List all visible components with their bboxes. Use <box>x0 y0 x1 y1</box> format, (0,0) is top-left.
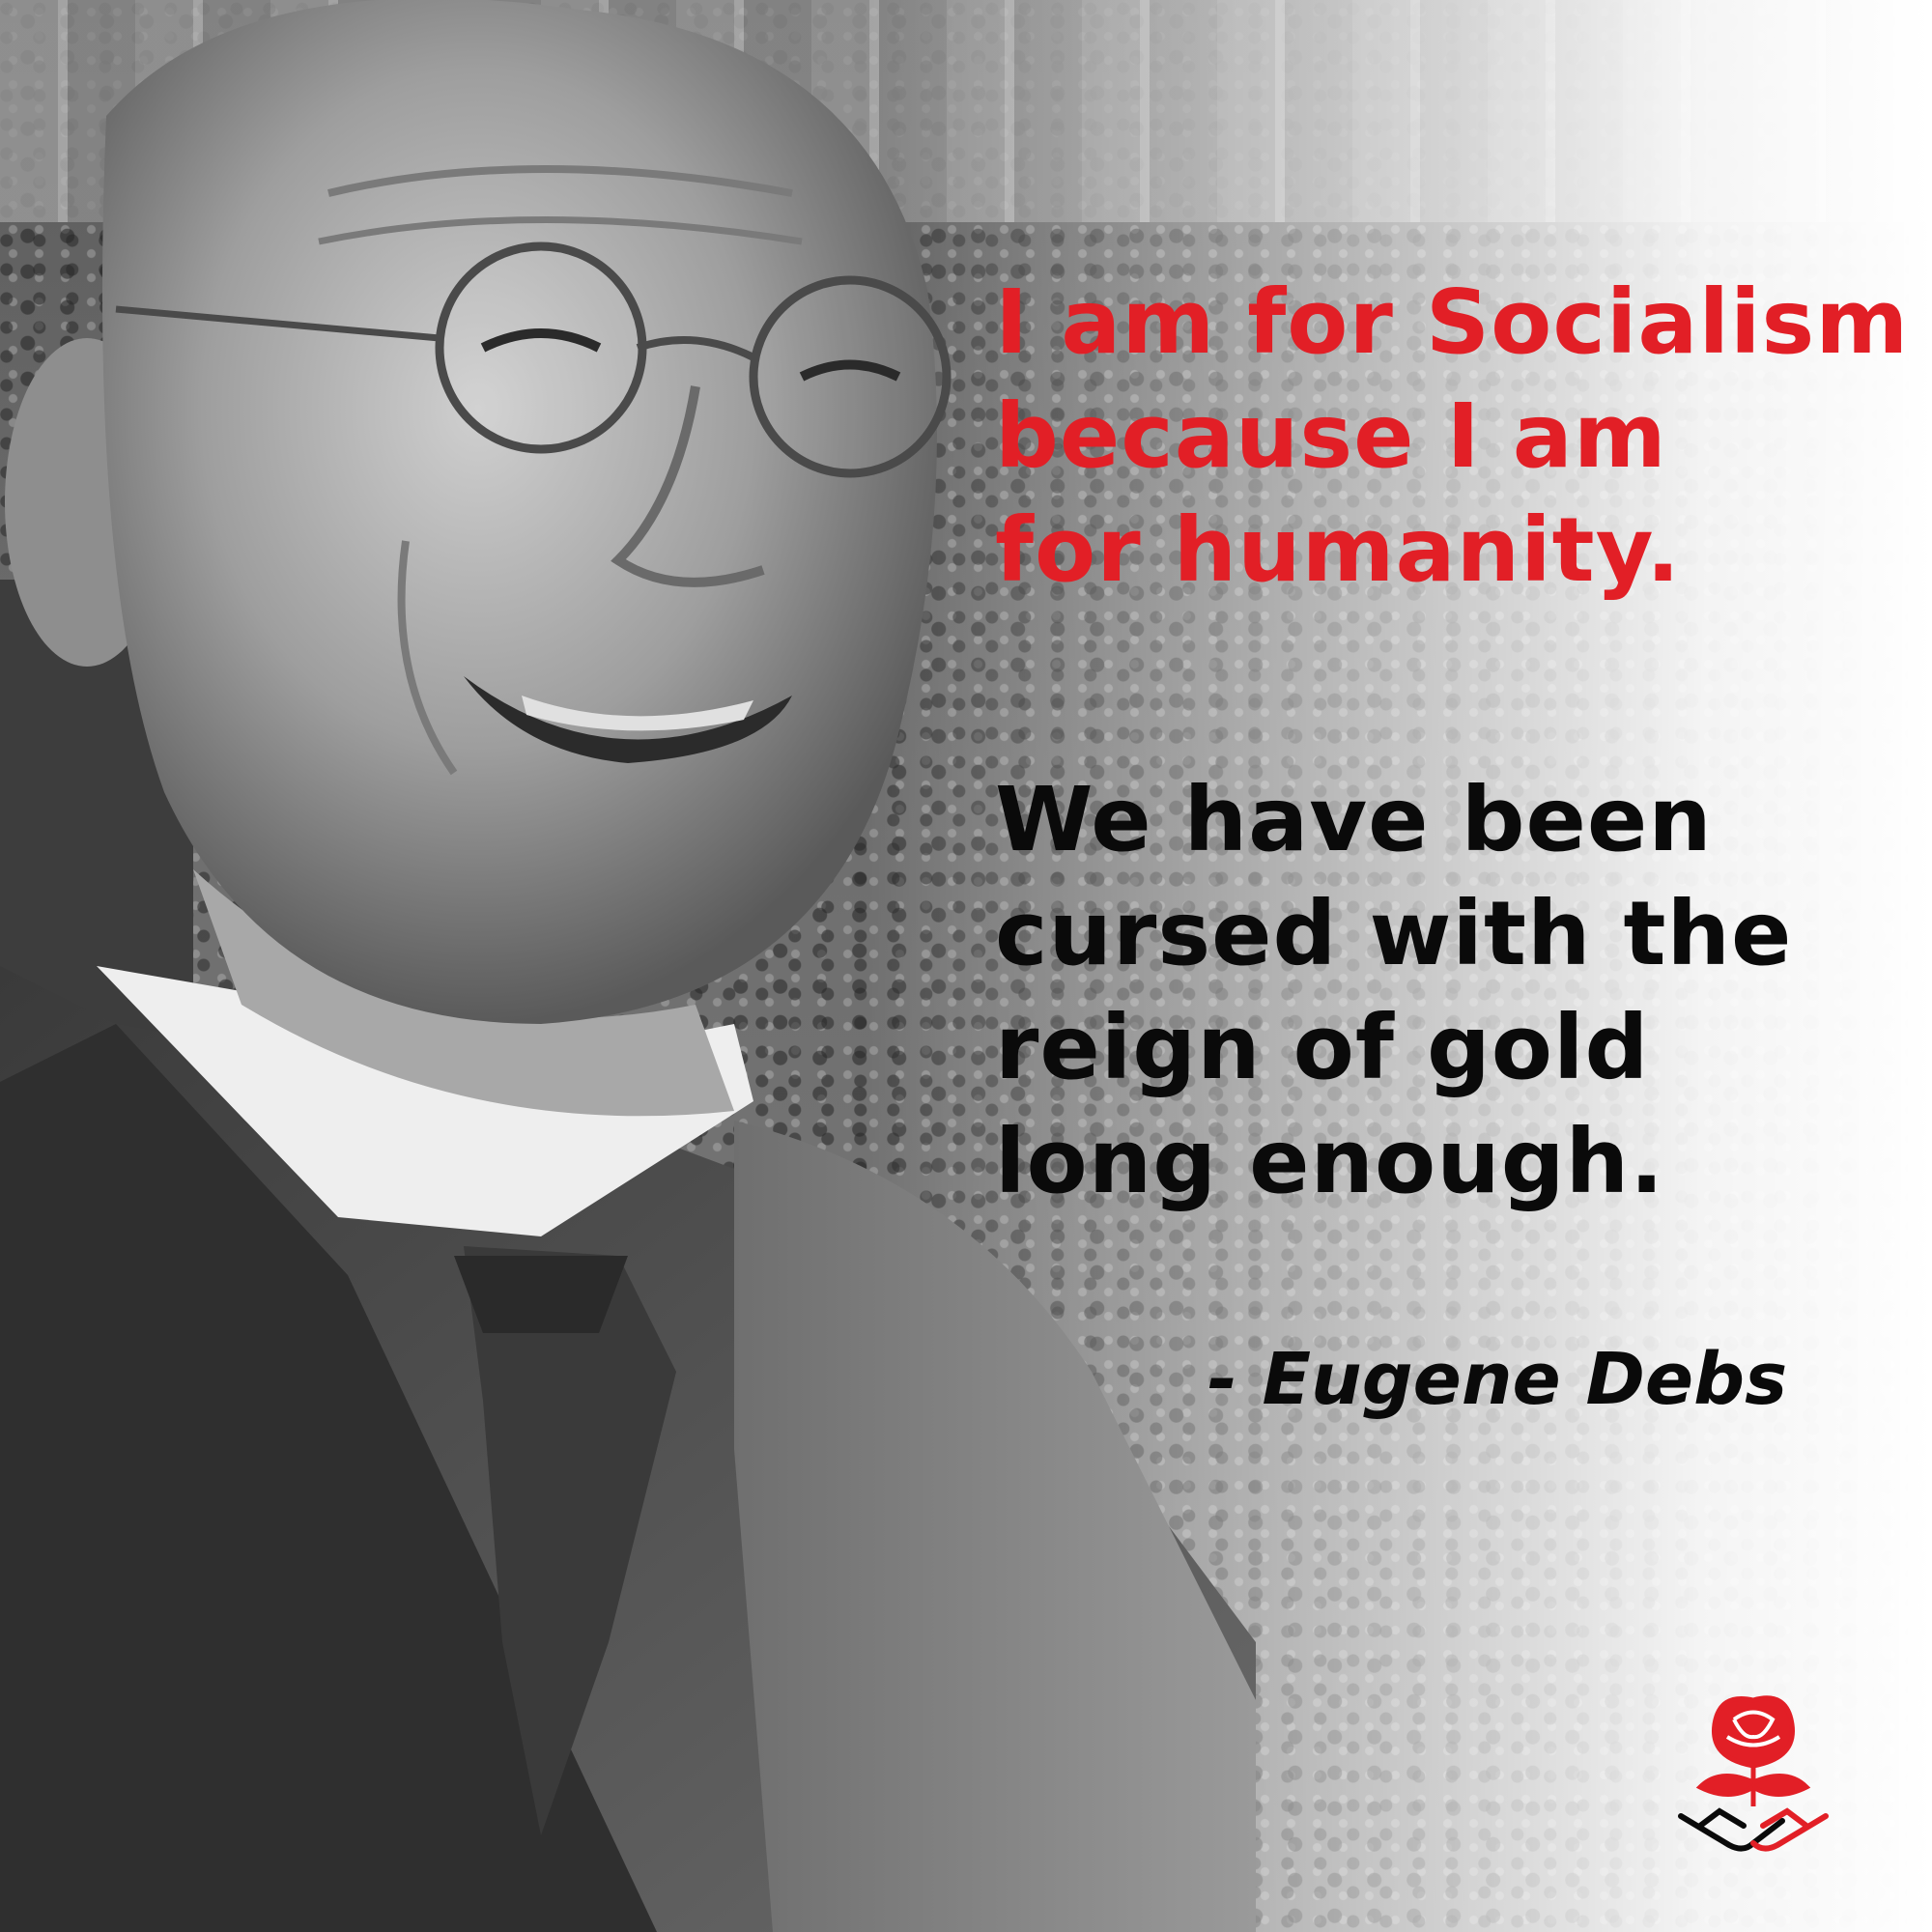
quote-red-line: I am for Socialism <box>995 270 1910 374</box>
quote-black-line: long enough. <box>995 1110 1665 1213</box>
poster: I am for Socialism because I am for huma… <box>0 0 1932 1932</box>
quote-red: I am for Socialism because I am for huma… <box>995 266 1910 608</box>
rose-handshake-icon <box>1678 1695 1829 1852</box>
quote-black-line: reign of gold <box>995 996 1650 1099</box>
quote-red-line: because I am <box>995 384 1667 488</box>
quote-red-line: for humanity. <box>995 498 1682 602</box>
quote-black-line: cursed with the <box>995 882 1793 985</box>
quote-black: We have been cursed with the reign of go… <box>995 763 1903 1219</box>
quote-black-line: We have been <box>995 768 1713 871</box>
attribution: - Eugene Debs <box>1208 1338 1788 1421</box>
